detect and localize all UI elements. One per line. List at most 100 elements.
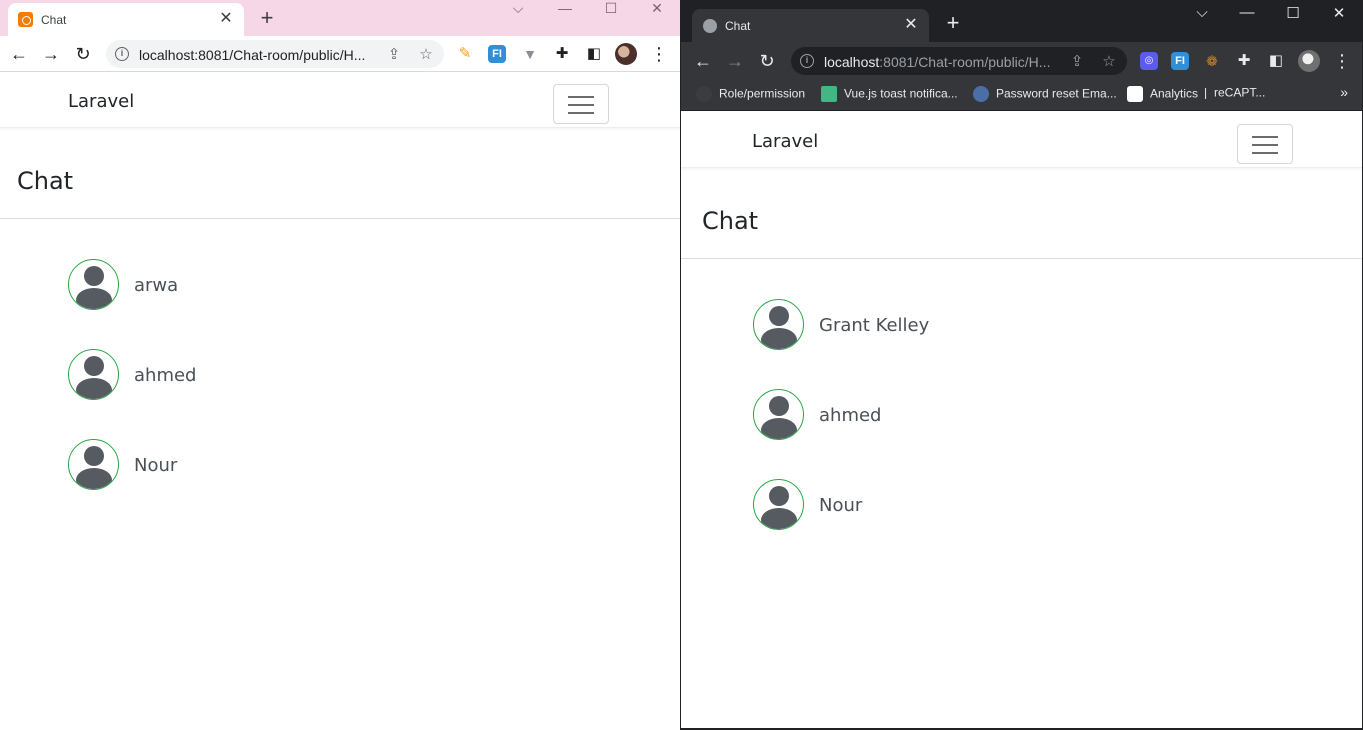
- avatar-head: [769, 306, 789, 326]
- globe-favicon-icon: [703, 19, 717, 33]
- extensions-puzzle-icon[interactable]: ✚: [553, 45, 571, 63]
- avatar-body: [761, 418, 797, 439]
- back-icon[interactable]: ←: [8, 43, 30, 65]
- user-avatar-icon: [753, 299, 804, 350]
- fi-extension-icon[interactable]: FI: [1171, 52, 1189, 70]
- user-name: Nour: [819, 495, 863, 516]
- menu-kebab-icon[interactable]: ⋮: [648, 43, 670, 65]
- new-tab-button[interactable]: +: [255, 5, 279, 31]
- bookmark-separator: |: [1204, 86, 1207, 106]
- forward-icon[interactable]: →: [724, 50, 746, 72]
- user-name: Grant Kelley: [819, 315, 930, 336]
- messenger-extension-icon[interactable]: ◎: [1140, 52, 1158, 70]
- share-icon[interactable]: ⇪: [385, 45, 403, 63]
- close-window-button[interactable]: ✕: [645, 0, 669, 16]
- user-item[interactable]: ahmed: [753, 389, 1073, 441]
- tab-chat[interactable]: Chat ✕: [692, 9, 929, 42]
- side-panel-icon[interactable]: ◧: [1267, 52, 1285, 70]
- github-icon: [696, 86, 712, 102]
- tab-close-icon[interactable]: ✕: [901, 15, 921, 35]
- maximize-button[interactable]: ☐: [1281, 4, 1305, 22]
- bookmarks-bar: Role/permission Vue.js toast notifica...…: [681, 80, 1362, 111]
- hamburger-line: [568, 104, 594, 106]
- user-item[interactable]: Nour: [68, 439, 388, 491]
- user-item[interactable]: ahmed: [68, 349, 388, 401]
- site-info-icon[interactable]: i: [800, 54, 814, 68]
- bookmark-recaptcha[interactable]: reCAPT...: [1214, 86, 1265, 106]
- bookmark-role-permission[interactable]: Role/permission: [696, 86, 805, 106]
- tab-search-icon[interactable]: ⌵: [506, 0, 530, 16]
- user-name: ahmed: [819, 405, 882, 426]
- bookmark-label: Analytics: [1150, 86, 1199, 101]
- minimize-button[interactable]: —: [553, 0, 577, 16]
- avatar-body: [76, 468, 112, 489]
- user-item[interactable]: Nour: [753, 479, 1073, 531]
- toolbar: ← → ↻ i localhost:8081/Chat-room/public/…: [0, 36, 680, 72]
- profile-avatar[interactable]: [1298, 50, 1320, 72]
- bookmark-label: Password reset Ema...: [996, 86, 1117, 101]
- bookmark-analytics[interactable]: Analytics: [1127, 86, 1198, 106]
- bookmark-label: Vue.js toast notifica...: [844, 86, 958, 101]
- address-bar[interactable]: i localhost:8081/Chat-room/public/H... ⇪…: [791, 47, 1127, 75]
- navbar-toggler-button[interactable]: [553, 84, 609, 124]
- fi-extension-icon[interactable]: FI: [488, 45, 506, 63]
- address-url[interactable]: localhost:8081/Chat-room/public/H...: [824, 54, 1050, 70]
- tab-strip: Chat ✕ + ⌵ — ☐ ✕: [681, 0, 1362, 42]
- hamburger-line: [568, 96, 594, 98]
- new-tab-button[interactable]: +: [941, 10, 965, 36]
- tab-search-icon[interactable]: ⌵: [1190, 4, 1214, 21]
- user-name: Nour: [134, 455, 178, 476]
- maximize-button[interactable]: ☐: [599, 0, 623, 16]
- minimize-button[interactable]: —: [1235, 4, 1259, 21]
- tab-close-icon[interactable]: ✕: [216, 9, 236, 29]
- navbar-brand[interactable]: Laravel: [68, 91, 134, 112]
- navbar-brand[interactable]: Laravel: [752, 131, 818, 152]
- address-bar[interactable]: i localhost:8081/Chat-room/public/H... ⇪…: [106, 40, 444, 68]
- hamburger-line: [1252, 136, 1278, 138]
- user-item[interactable]: Grant Kelley: [753, 299, 1073, 351]
- user-avatar-icon: [68, 259, 119, 310]
- user-avatar-icon: [753, 389, 804, 440]
- navbar-toggler-button[interactable]: [1237, 124, 1293, 164]
- address-url[interactable]: localhost:8081/Chat-room/public/H...: [139, 47, 365, 63]
- forward-icon[interactable]: →: [40, 43, 62, 65]
- reload-icon[interactable]: ↻: [72, 43, 94, 65]
- pencil-extension-icon[interactable]: ✎: [456, 45, 474, 63]
- avatar-body: [761, 328, 797, 349]
- tab-chat[interactable]: Chat ✕: [8, 3, 244, 36]
- web-page: Laravel Chat arwa ahmed Nour: [0, 72, 680, 730]
- extensions-puzzle-icon[interactable]: ✚: [1235, 52, 1253, 70]
- url-path: :8081/Chat-room/public/H...: [879, 54, 1051, 70]
- vue-devtools-extension-icon[interactable]: ▼: [521, 45, 539, 63]
- close-window-button[interactable]: ✕: [1327, 4, 1351, 22]
- share-icon[interactable]: ⇪: [1068, 52, 1086, 70]
- bookmark-password-reset[interactable]: Password reset Ema...: [973, 86, 1117, 106]
- browser-window-left: Chat ✕ + ⌵ — ☐ ✕ ← → ↻ i localhost:8081/…: [0, 0, 680, 730]
- menu-kebab-icon[interactable]: ⋮: [1331, 50, 1353, 72]
- avatar-body: [761, 508, 797, 529]
- bookmarks-overflow-icon[interactable]: »: [1340, 84, 1348, 100]
- bookmark-label: reCAPT...: [1214, 85, 1266, 100]
- app-navbar: Laravel: [681, 112, 1362, 168]
- page-title: Chat: [17, 167, 74, 195]
- site-info-icon[interactable]: i: [115, 47, 129, 61]
- reload-icon[interactable]: ↻: [756, 50, 778, 72]
- url-host: localhost: [824, 54, 880, 70]
- cookie-extension-icon[interactable]: ❁: [1203, 52, 1221, 70]
- card-header: Chat: [0, 129, 680, 219]
- tab-strip: Chat ✕ + ⌵ — ☐ ✕: [0, 0, 680, 36]
- side-panel-icon[interactable]: ◧: [585, 45, 603, 63]
- laravel-docs-icon: [973, 86, 989, 102]
- bookmark-vue-toast[interactable]: Vue.js toast notifica...: [821, 86, 958, 106]
- back-icon[interactable]: ←: [692, 50, 714, 72]
- user-avatar-icon: [68, 439, 119, 490]
- browser-window-right: Chat ✕ + ⌵ — ☐ ✕ ← → ↻ i localhost:8081/…: [680, 0, 1363, 730]
- bookmark-star-icon[interactable]: ☆: [1100, 52, 1118, 70]
- avatar-head: [84, 446, 104, 466]
- tab-title: Chat: [725, 19, 751, 33]
- bookmark-star-icon[interactable]: ☆: [417, 45, 435, 63]
- user-avatar-icon: [753, 479, 804, 530]
- vue-icon: [821, 86, 837, 102]
- profile-avatar[interactable]: [615, 43, 637, 65]
- user-item[interactable]: arwa: [68, 259, 388, 311]
